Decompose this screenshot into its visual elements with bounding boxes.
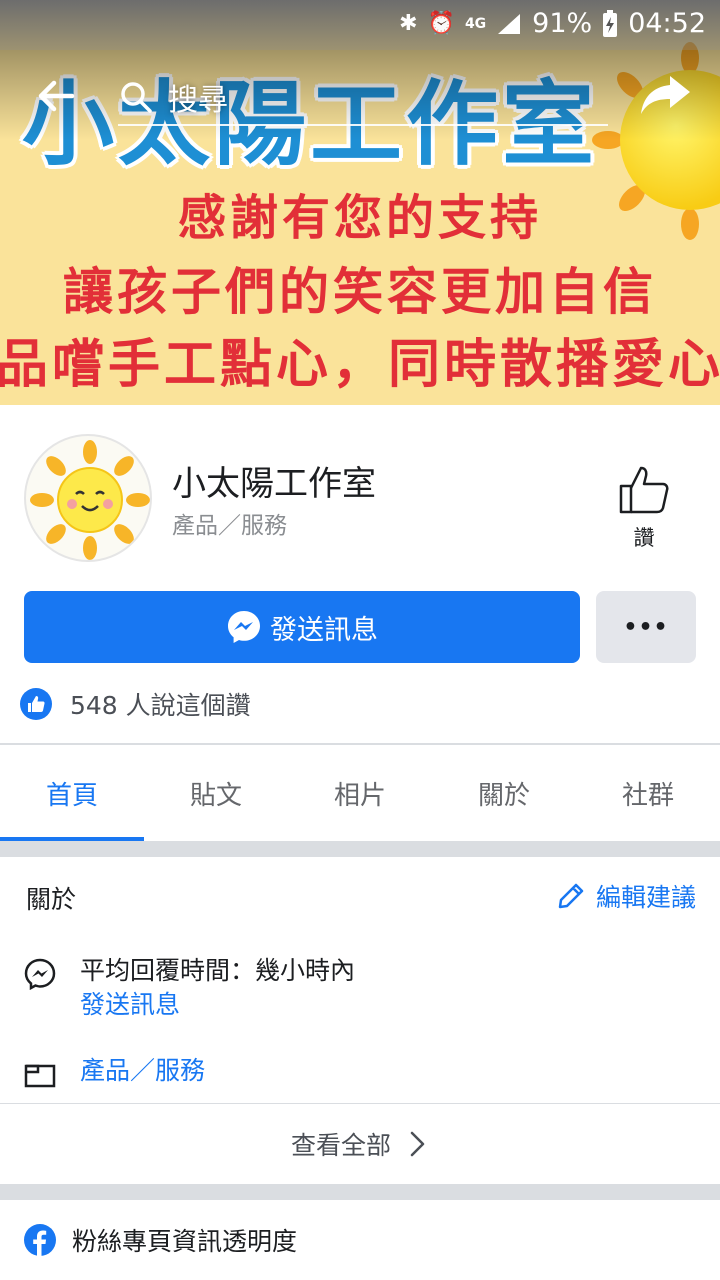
- alarm-icon: ⏰: [427, 11, 455, 36]
- sun-avatar-icon: [30, 440, 150, 560]
- tab-home[interactable]: 首頁: [0, 745, 144, 841]
- send-message-link[interactable]: 發送訊息: [80, 988, 355, 1022]
- more-options-icon: •••: [623, 614, 669, 640]
- about-section-title: 關於: [26, 885, 77, 914]
- share-icon[interactable]: [638, 72, 692, 118]
- avatar[interactable]: [24, 434, 152, 562]
- messenger-outline-icon: [24, 958, 56, 990]
- status-bar: ✱ ⏰ 4G 91% 04:52: [0, 0, 720, 50]
- edit-suggestion-label: 編輯建議: [595, 883, 696, 912]
- chevron-right-icon: [410, 1131, 425, 1157]
- facebook-icon: [24, 1224, 56, 1256]
- response-time-row: 平均回覆時間：幾小時內 發送訊息: [24, 954, 355, 1022]
- battery-charging-icon: [603, 9, 618, 37]
- like-badge-icon: [20, 688, 52, 720]
- bluetooth-icon: ✱: [399, 11, 418, 36]
- tab-community[interactable]: 社群: [576, 745, 720, 841]
- page-category: 產品／服務: [172, 513, 287, 539]
- more-options-button[interactable]: •••: [596, 591, 696, 663]
- like-label: 讚: [633, 526, 655, 550]
- top-action-bar: 搜尋: [0, 50, 720, 140]
- page-transparency-row[interactable]: 粉絲專頁資訊透明度: [24, 1222, 297, 1258]
- edit-suggestion-link[interactable]: 編輯建議: [556, 878, 696, 914]
- tab-photos[interactable]: 相片: [288, 745, 432, 841]
- messenger-icon: [228, 611, 260, 643]
- category-row: 產品／服務: [24, 1054, 205, 1090]
- likes-count-text: 548 人說這個讚: [70, 691, 251, 720]
- section-separator: [0, 1184, 720, 1200]
- send-message-label: 發送訊息: [270, 614, 378, 646]
- cover-text-line-3: 品嚐手工點心，同時散播愛心: [0, 335, 720, 395]
- network-type: 4G: [464, 15, 487, 32]
- category-link[interactable]: 產品／服務: [80, 1054, 205, 1088]
- battery-percent: 91%: [532, 8, 593, 39]
- search-input[interactable]: 搜尋: [118, 70, 608, 126]
- tab-posts[interactable]: 貼文: [144, 745, 288, 841]
- signal-icon: [498, 13, 521, 34]
- facebook-page-screen: 小太陽工作室 感謝有您的支持 讓孩子們的笑容更加自信 品嚐手工點心，同時散播愛心…: [0, 0, 720, 1280]
- see-all-button[interactable]: 查看全部: [0, 1104, 720, 1184]
- clock: 04:52: [628, 8, 706, 39]
- page-title: 小太陽工作室: [172, 464, 376, 504]
- page-tabs: 首頁 貼文 相片 關於 社群: [0, 745, 720, 841]
- see-all-label: 查看全部: [290, 1131, 391, 1160]
- search-placeholder: 搜尋: [168, 83, 228, 118]
- response-time-text: 平均回覆時間：幾小時內: [80, 956, 356, 985]
- cover-text-line-2: 讓孩子們的笑容更加自信: [63, 263, 657, 321]
- back-arrow-icon[interactable]: [36, 76, 76, 116]
- storefront-icon: [24, 1064, 56, 1088]
- page-transparency-label: 粉絲專頁資訊透明度: [72, 1227, 298, 1256]
- likes-count-row[interactable]: 548 人說這個讚: [20, 686, 251, 722]
- pencil-icon: [558, 883, 584, 909]
- section-separator: [0, 841, 720, 857]
- search-icon: [121, 82, 152, 113]
- thumbs-up-icon: [619, 466, 669, 514]
- tab-about[interactable]: 關於: [432, 745, 576, 841]
- like-page-button[interactable]: 讚: [608, 462, 680, 552]
- cover-text-line-1: 感謝有您的支持: [177, 190, 542, 246]
- send-message-button[interactable]: 發送訊息: [24, 591, 580, 663]
